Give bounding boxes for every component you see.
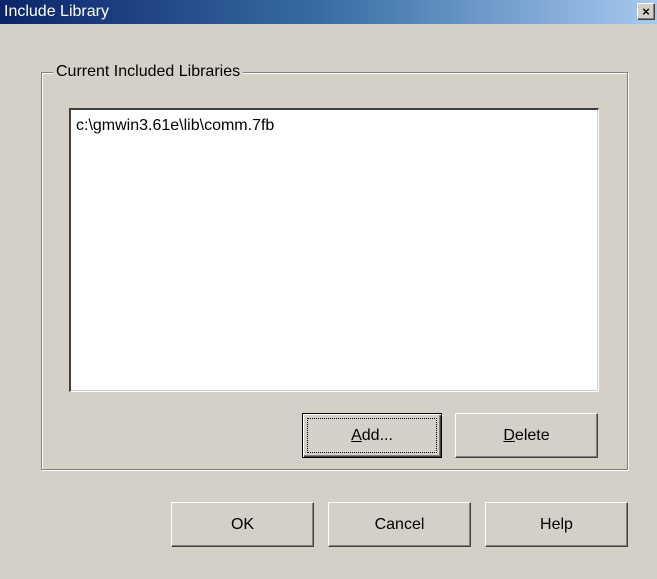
delete-button-label: Delete [503,426,550,444]
add-button-label: Add... [351,426,393,444]
library-list[interactable]: c:\gmwin3.61e\lib\comm.7fb [69,108,599,392]
cancel-button-label: Cancel [374,515,425,533]
help-button[interactable]: Help [485,502,628,547]
close-button[interactable]: × [637,3,655,20]
add-button[interactable]: Add... [302,413,442,458]
include-library-dialog: Include Library × Current Included Libra… [0,0,657,579]
window-title: Include Library [4,3,109,20]
close-icon: × [642,4,650,19]
title-bar[interactable]: Include Library × [0,0,657,24]
delete-button[interactable]: Delete [455,413,598,458]
cancel-button[interactable]: Cancel [328,502,471,547]
group-label: Current Included Libraries [53,62,244,82]
help-button-label: Help [540,515,573,533]
ok-button-label: OK [230,515,255,533]
ok-button[interactable]: OK [171,502,314,547]
list-item[interactable]: c:\gmwin3.61e\lib\comm.7fb [76,116,274,136]
